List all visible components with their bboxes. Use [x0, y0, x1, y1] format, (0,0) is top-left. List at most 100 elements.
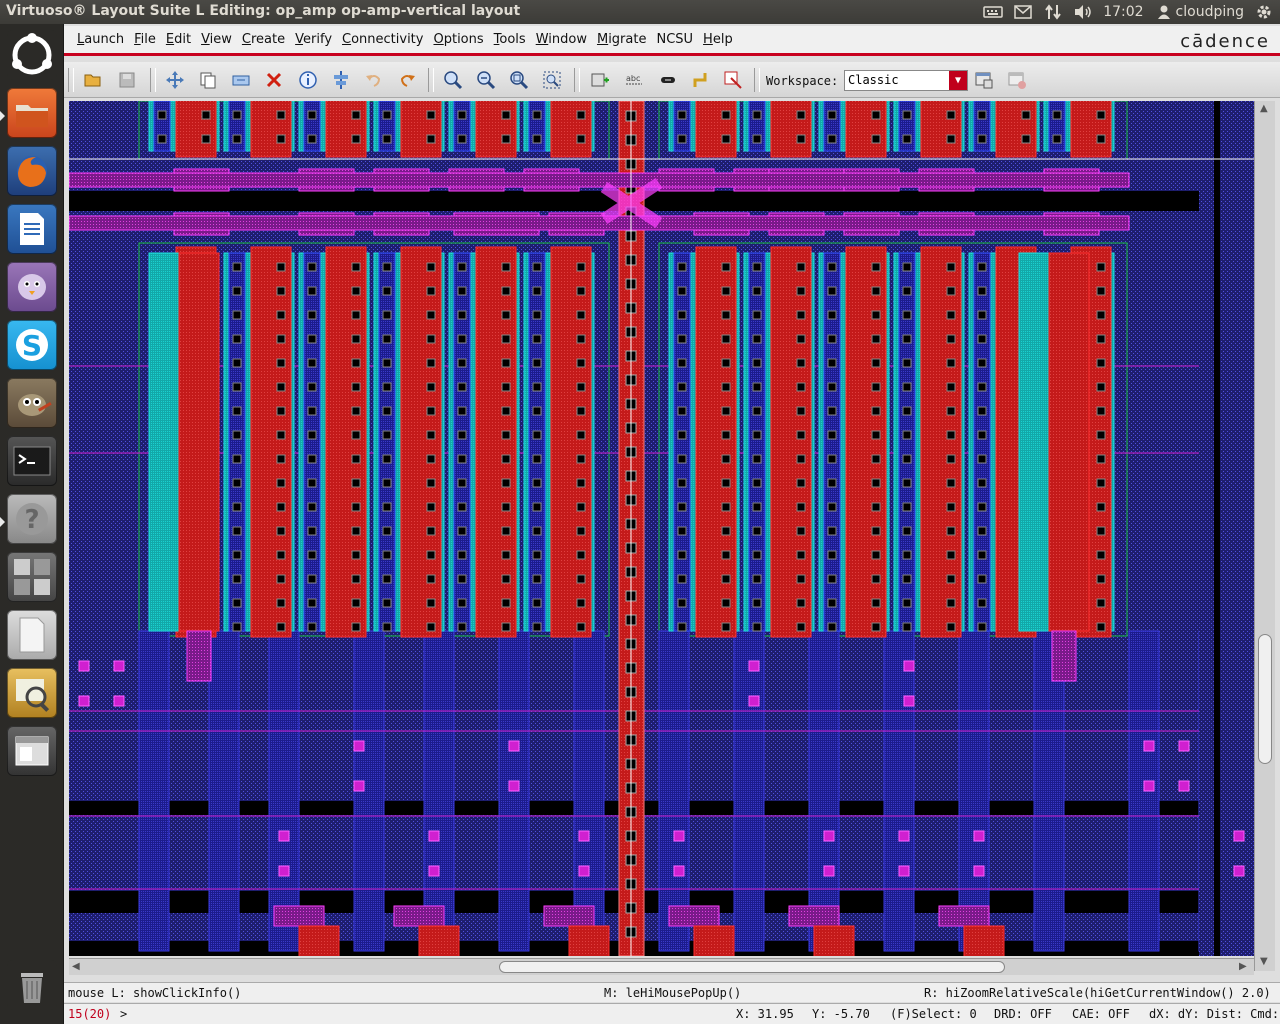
properties-icon[interactable] — [296, 68, 320, 92]
user-name[interactable]: cloudping — [1176, 4, 1244, 20]
trash-icon[interactable] — [7, 960, 57, 1010]
mouse-right-binding: R: hiZoomRelativeScale(hiGetCurrentWindo… — [924, 986, 1271, 1000]
writer-icon[interactable] — [7, 204, 57, 254]
contact — [752, 550, 762, 560]
zoom-in-icon[interactable] — [441, 68, 465, 92]
stretch-icon[interactable] — [229, 68, 253, 92]
via-square — [1178, 780, 1190, 792]
files-icon[interactable] — [7, 88, 57, 138]
contact — [232, 310, 242, 320]
contact — [721, 550, 731, 560]
menu-launch[interactable]: Launch — [72, 32, 129, 47]
document-icon[interactable] — [7, 610, 57, 660]
contact — [677, 286, 687, 296]
terminal-icon[interactable] — [7, 436, 57, 486]
undo-icon[interactable] — [362, 68, 386, 92]
horizontal-scroll-thumb[interactable] — [499, 961, 1005, 973]
contact — [307, 430, 317, 440]
contact — [752, 526, 762, 536]
create-label-icon[interactable]: abc — [622, 68, 646, 92]
image-viewer-icon[interactable] — [7, 668, 57, 718]
workspace-switcher-icon[interactable] — [7, 552, 57, 602]
firefox-icon[interactable] — [7, 146, 57, 196]
contact — [1021, 134, 1031, 144]
via-square — [78, 695, 90, 707]
menu-connectivity[interactable]: Connectivity — [337, 32, 428, 47]
horizontal-scrollbar[interactable]: ◀ ▶ — [69, 958, 1254, 975]
cmd-prompt[interactable]: > — [120, 1007, 127, 1021]
contact — [827, 358, 837, 368]
settings-gear-icon[interactable] — [1254, 4, 1274, 20]
copy-icon[interactable] — [196, 68, 220, 92]
create-instance-icon[interactable] — [588, 68, 612, 92]
redo-icon[interactable] — [395, 68, 419, 92]
workspace-select[interactable]: Classic ▼ — [844, 70, 968, 91]
contact — [576, 430, 586, 440]
menu-edit[interactable]: Edit — [161, 32, 196, 47]
zoom-fit-icon[interactable] — [507, 68, 531, 92]
menu-create[interactable]: Create — [237, 32, 290, 47]
vertical-scroll-thumb[interactable] — [1258, 634, 1272, 764]
menu-file[interactable]: File — [129, 32, 161, 47]
menu-help[interactable]: Help — [698, 32, 738, 47]
metal1-strap — [973, 252, 991, 632]
workspace-save-icon[interactable] — [972, 68, 996, 92]
contact — [946, 478, 956, 488]
contact — [426, 622, 436, 632]
pidgin-icon[interactable] — [7, 262, 57, 312]
contact — [232, 110, 242, 120]
menu-window[interactable]: Window — [531, 32, 592, 47]
save-icon[interactable] — [115, 68, 139, 92]
workspace-delete-icon[interactable] — [1005, 68, 1029, 92]
contact — [752, 430, 762, 440]
clock[interactable]: 17:02 — [1103, 4, 1143, 20]
via-square — [278, 830, 290, 842]
help-icon[interactable]: ? — [7, 494, 57, 544]
mail-icon[interactable] — [1013, 4, 1033, 20]
via-square — [748, 695, 760, 707]
vertical-scrollbar[interactable]: ▲ ▼ — [1254, 101, 1275, 971]
align-icon[interactable] — [329, 68, 353, 92]
metal1-column — [268, 630, 300, 952]
dash-icon[interactable] — [7, 30, 57, 80]
user-icon — [1154, 4, 1174, 20]
contact — [382, 526, 392, 536]
contact — [307, 262, 317, 272]
open-icon[interactable] — [81, 68, 105, 92]
scroll-down-icon[interactable]: ▼ — [1260, 956, 1268, 967]
menu-options[interactable]: Options — [428, 32, 488, 47]
create-via-icon[interactable] — [656, 68, 680, 92]
via-square — [113, 660, 125, 672]
menu-migrate[interactable]: Migrate — [592, 32, 652, 47]
menu-view[interactable]: View — [196, 32, 237, 47]
contact — [576, 478, 586, 488]
window-icon[interactable] — [7, 726, 57, 776]
skype-icon[interactable]: S — [7, 320, 57, 370]
menu-ncsu[interactable]: NCSU — [651, 32, 698, 47]
ruler-icon[interactable] — [721, 68, 745, 92]
contact — [351, 382, 361, 392]
scroll-left-icon[interactable]: ◀ — [72, 961, 80, 972]
contact — [1021, 110, 1031, 120]
keyboard-icon[interactable] — [983, 4, 1003, 20]
layout-canvas[interactable] — [69, 101, 1254, 956]
scroll-right-icon[interactable]: ▶ — [1239, 961, 1247, 972]
scroll-up-icon[interactable]: ▲ — [1260, 103, 1268, 114]
layout-drawing[interactable] — [69, 101, 1254, 956]
contact — [977, 406, 987, 416]
chevron-down-icon[interactable]: ▼ — [949, 71, 967, 90]
network-icon[interactable] — [1043, 4, 1063, 20]
create-wire-icon[interactable] — [689, 68, 713, 92]
zoom-area-icon[interactable] — [540, 68, 564, 92]
gimp-icon[interactable] — [7, 378, 57, 428]
delete-icon[interactable] — [262, 68, 286, 92]
volume-icon[interactable] — [1073, 4, 1093, 20]
menu-verify[interactable]: Verify — [290, 32, 337, 47]
contact — [977, 598, 987, 608]
contact — [501, 454, 511, 464]
menu-tools[interactable]: Tools — [489, 32, 531, 47]
contact — [871, 262, 881, 272]
contact — [871, 134, 881, 144]
move-icon[interactable] — [163, 68, 187, 92]
zoom-out-icon[interactable] — [474, 68, 498, 92]
